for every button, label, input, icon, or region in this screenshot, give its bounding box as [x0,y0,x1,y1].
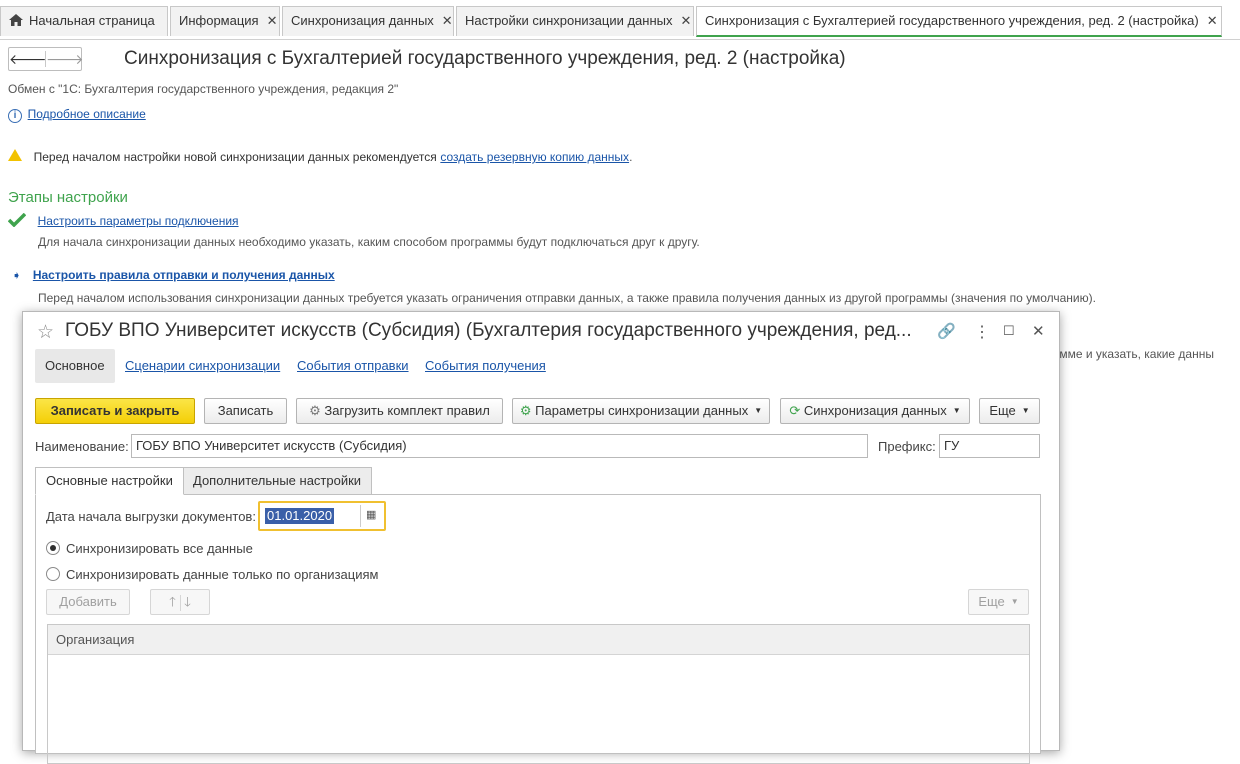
close-icon[interactable]: ✕ [1032,322,1045,340]
close-icon[interactable]: ✕ [267,13,278,28]
warning-end: . [629,150,633,164]
subtab-receive-events[interactable]: События получения [415,349,556,383]
load-rules-label: Загрузить комплект правил [324,403,490,418]
chevron-down-icon: ▼ [1010,597,1019,606]
close-icon[interactable]: ✕ [442,13,453,28]
tab-sync-data[interactable]: Синхронизация данных ✕ [282,6,454,36]
stages-title: Этапы настройки [8,189,128,206]
gear-icon: ⚙ [309,403,321,418]
date-field[interactable]: 01.01.2020 [265,508,335,524]
close-icon[interactable]: ✕ [681,13,692,28]
sync-params-button[interactable]: ⚙ Параметры синхронизации данных ▼ [512,398,770,424]
settings-icon: ⚙ [519,403,532,418]
name-field[interactable]: ГОБУ ВПО Университет искусств (Субсидия) [131,434,868,458]
backup-link[interactable]: создать резервную копию данных [440,150,629,164]
calendar-icon[interactable]: ▦ [366,508,376,521]
exchange-description: Обмен с "1С: Бухгалтерия государственног… [8,82,399,96]
more-button[interactable]: Еще ▼ [979,398,1040,424]
star-icon[interactable]: ☆ [37,321,54,344]
tab-info[interactable]: Информация ✕ [170,6,280,36]
tab-label: Начальная страница [29,13,155,28]
arrow-left-icon: 🡐 [9,51,47,67]
stage-item-rules: ➧ Настроить правила отправки и получения… [12,267,335,282]
stage-item-connection: Настроить параметры подключения [7,211,239,228]
tab-label: Информация [179,13,259,28]
tab-label: Настройки синхронизации данных [465,13,673,28]
link-icon[interactable]: 🔗 [937,322,956,340]
tab-label: Синхронизация данных [291,13,434,28]
save-close-button[interactable]: Записать и закрыть [35,398,195,424]
sync-params-label: Параметры синхронизации данных [535,403,749,418]
radio-all-label: Синхронизировать все данные [66,541,253,556]
back-button[interactable]: 🡐 [9,48,47,70]
stage-desc-connection: Для начала синхронизации данных необходи… [38,235,700,249]
home-icon [9,14,23,26]
tab-extra-settings[interactable]: Дополнительные настройки [182,467,373,495]
name-label: Наименование: [35,439,129,454]
stage-desc-rules: Перед началом использования синхронизаци… [38,291,1096,305]
sync-icon: ⟳ [789,403,801,418]
column-header-organization[interactable]: Организация [48,625,1029,655]
organizations-table[interactable]: Организация [47,624,1030,764]
arrow-down-icon[interactable]: 🡓 [184,594,191,609]
current-step-arrow-icon: ➧ [12,270,22,282]
add-button[interactable]: Добавить [46,589,130,615]
chevron-down-icon: ▼ [952,406,961,415]
grid-more-label: Еще [978,594,1005,609]
main-settings-panel: Дата начала выгрузки документов: 01.01.2… [35,494,1041,764]
prefix-label: Префикс: [878,439,936,454]
maximize-icon[interactable]: ☐ [1003,323,1015,339]
chevron-down-icon: ▼ [754,406,763,415]
subtab-main[interactable]: Основное [35,349,115,383]
check-icon [7,212,27,228]
stage-link-connection[interactable]: Настроить параметры подключения [38,214,239,228]
sync-data-label: Синхронизация данных [803,403,947,418]
prefix-field[interactable]: ГУ [939,434,1040,458]
nav-buttons: 🡐 🡒 [8,47,84,71]
warning-text: Перед началом настройки новой синхрониза… [33,150,437,164]
stage-link-rules[interactable]: Настроить правила отправки и получения д… [33,268,335,282]
radio-all-button[interactable] [46,541,60,555]
close-icon[interactable]: ✕ [1207,13,1218,28]
tab-sync-settings[interactable]: Настройки синхронизации данных ✕ [456,6,694,36]
dialog-title: ГОБУ ВПО Университет искусств (Субсидия)… [65,320,912,341]
tab-main-settings[interactable]: Основные настройки [35,467,184,495]
radio-orgs-label: Синхронизировать данные только по органи… [66,567,379,582]
save-button[interactable]: Записать [204,398,287,424]
info-icon: i [8,109,22,123]
load-rules-button[interactable]: ⚙ Загрузить комплект правил [296,398,503,424]
exchange-node-dialog: ☆ ГОБУ ВПО Университет искусств (Субсиди… [22,311,1060,764]
page-title: Синхронизация с Бухгалтерией государстве… [124,48,846,69]
grid-more-button[interactable]: Еще ▼ [968,589,1029,615]
move-buttons: 🡑 🡓 [150,589,210,615]
radio-orgs-button[interactable] [46,567,60,581]
forward-button[interactable]: 🡒 [46,48,84,70]
tab-sync-buh-setup[interactable]: Синхронизация с Бухгалтерией государстве… [696,6,1222,37]
subtab-send-events[interactable]: События отправки [287,349,419,383]
more-label: Еще [989,403,1016,418]
arrow-right-icon: 🡒 [46,51,84,67]
more-vertical-icon[interactable]: ⋮ [974,322,990,342]
radio-all-option[interactable]: Синхронизировать все данные [46,539,253,556]
radio-orgs-option[interactable]: Синхронизировать данные только по органи… [46,565,378,582]
date-field-wrapper: 01.01.2020 ▦ [258,501,386,531]
tab-bar: Начальная страница Информация ✕ Синхрониз… [0,0,1240,40]
subtab-scenarios[interactable]: Сценарии синхронизации [115,349,290,383]
tab-home[interactable]: Начальная страница [0,6,168,36]
sync-data-button[interactable]: ⟳ Синхронизация данных ▼ [780,398,970,424]
date-label: Дата начала выгрузки документов: [46,509,256,524]
warning-icon [8,149,22,161]
stage-desc-hidden: рамме и указать, какие данны [1046,347,1214,361]
arrow-up-icon[interactable]: 🡑 [169,594,176,609]
chevron-down-icon: ▼ [1021,406,1030,415]
details-link[interactable]: Подробное описание [28,107,146,121]
tab-label: Синхронизация с Бухгалтерией государстве… [705,13,1199,28]
